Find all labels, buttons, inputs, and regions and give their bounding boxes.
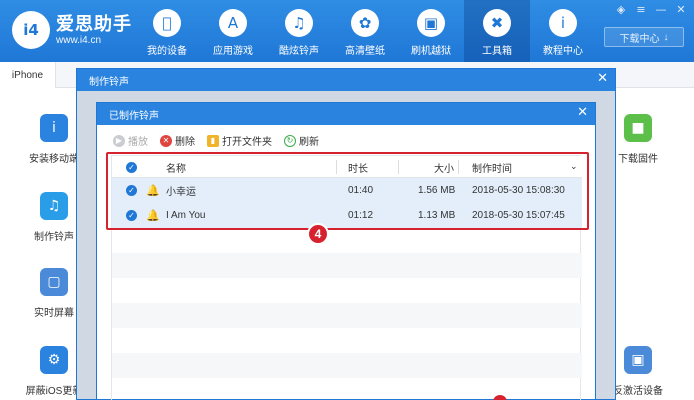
info-icon: i [549, 9, 577, 37]
nav-flash-jailbreak[interactable]: ▣ 刷机越狱 [398, 0, 464, 62]
bell-icon: ♫ [40, 192, 68, 220]
tools-icon: ✖ [483, 9, 511, 37]
monitor-icon: ▢ [40, 268, 68, 296]
logo-badge: i4 [12, 11, 50, 49]
cube-icon: ■ [624, 114, 652, 142]
empty-row [112, 353, 582, 378]
apple-icon:  [153, 9, 181, 37]
dialog-title: 制作铃声 [89, 76, 129, 88]
top-bar: i4 爱思助手 www.i4.cn  我的设备 A 应用游戏 ♫ 酷炫铃声 ✿… [0, 0, 694, 62]
phone-icon: ▣ [624, 346, 652, 374]
gear-icon: ⚙ [40, 346, 68, 374]
box-icon: ▣ [417, 9, 445, 37]
flower-icon: ✿ [351, 9, 379, 37]
step-highlight-box [106, 152, 589, 230]
made-ringtones-dialog: 已制作铃声 ✕ ▶ 播放 ✕ 删除 ▮ 打开文件夹 ↻ 刷新 ✓ 名称 时长 大… [96, 102, 596, 400]
play-button[interactable]: ▶ 播放 [113, 133, 148, 148]
open-folder-button[interactable]: ▮ 打开文件夹 [207, 133, 272, 148]
step-badge: 4 [307, 223, 329, 245]
nav-ringtones[interactable]: ♫ 酷炫铃声 [266, 0, 332, 62]
nav-my-device[interactable]:  我的设备 [134, 0, 200, 62]
tab-iphone[interactable]: iPhone [0, 62, 56, 88]
download-center-button[interactable]: 下载中心 ↓ [604, 27, 684, 47]
nav-apps-games[interactable]: A 应用游戏 [200, 0, 266, 62]
nav-wallpapers[interactable]: ✿ 高清壁纸 [332, 0, 398, 62]
app-name: 爱思助手 [56, 13, 132, 34]
app-logo: i4 爱思助手 www.i4.cn [12, 11, 132, 49]
dialog-title-bar: 已制作铃声 ✕ [97, 103, 595, 125]
refresh-icon: ↻ [284, 134, 296, 147]
dialog-title: 已制作铃声 [109, 110, 159, 122]
nav-tutorials[interactable]: i 教程中心 [530, 0, 596, 62]
delete-button[interactable]: ✕ 删除 [160, 133, 195, 148]
nav-toolbox[interactable]: ✖ 工具箱 [464, 0, 530, 62]
dialog-title-bar: 制作铃声 ✕ [77, 69, 615, 91]
ringtone-toolbar: ▶ 播放 ✕ 删除 ▮ 打开文件夹 ↻ 刷新 [113, 133, 319, 148]
close-icon[interactable]: ✕ [597, 71, 608, 86]
i4-icon: i [40, 114, 68, 142]
empty-row [112, 253, 582, 278]
close-icon[interactable]: ✕ [674, 3, 688, 16]
close-icon[interactable]: ✕ [577, 105, 588, 120]
app-store-icon: A [219, 9, 247, 37]
minimize-icon[interactable]: — [654, 3, 668, 16]
play-icon: ▶ [113, 134, 125, 147]
download-arrow-icon: ↓ [663, 31, 669, 43]
app-url: www.i4.cn [56, 34, 102, 46]
bell-icon: ♫ [285, 9, 313, 37]
window-controls: ◈ ≡ — ✕ [614, 3, 688, 16]
main-nav:  我的设备 A 应用游戏 ♫ 酷炫铃声 ✿ 高清壁纸 ▣ 刷机越狱 ✖ 工具箱… [134, 0, 596, 62]
refresh-button[interactable]: ↻ 刷新 [284, 133, 319, 148]
menu-icon[interactable]: ≡ [634, 3, 648, 16]
delete-icon: ✕ [160, 134, 172, 147]
empty-row [112, 303, 582, 328]
skin-icon[interactable]: ◈ [614, 3, 628, 16]
folder-icon: ▮ [207, 134, 219, 147]
